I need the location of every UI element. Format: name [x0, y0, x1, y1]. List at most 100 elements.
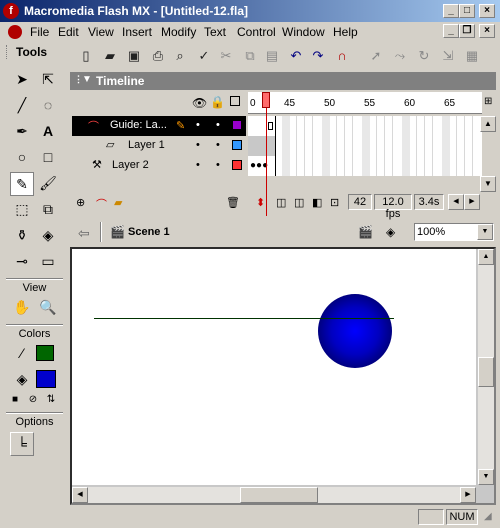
- print-icon[interactable]: ⎙: [148, 46, 168, 66]
- scene-name[interactable]: Scene 1: [128, 226, 170, 238]
- edit-scene-icon[interactable]: 🎬: [358, 225, 373, 239]
- ball-symbol[interactable]: [318, 294, 392, 368]
- flash-app-icon[interactable]: f: [3, 3, 19, 19]
- paste-icon[interactable]: ▤: [262, 46, 282, 66]
- new-file-icon[interactable]: ▯: [76, 46, 96, 66]
- timeline-menu-icon[interactable]: ⊞: [484, 96, 492, 107]
- maximize-button[interactable]: □: [459, 4, 475, 18]
- undo-icon[interactable]: ↶: [286, 46, 306, 66]
- insert-layer-icon[interactable]: ⊕: [76, 196, 85, 209]
- modify-onion-markers-icon[interactable]: ⊡: [330, 196, 339, 209]
- smooth-icon[interactable]: ➚: [366, 46, 386, 66]
- visibility-dot[interactable]: •: [196, 119, 200, 131]
- lock-dot[interactable]: •: [216, 139, 220, 151]
- menu-edit[interactable]: Edit: [58, 25, 79, 39]
- horizontal-scrollbar[interactable]: ◀ ▶: [72, 487, 476, 503]
- show-hide-eye-icon[interactable]: 👁: [192, 96, 207, 110]
- document-icon[interactable]: [8, 25, 22, 39]
- doc-minimize-button[interactable]: _: [443, 24, 459, 38]
- edit-symbols-icon[interactable]: ◈: [386, 225, 395, 239]
- eyedropper-tool-icon[interactable]: ⊸: [10, 250, 34, 274]
- menu-text[interactable]: Text: [204, 25, 226, 39]
- doc-close-button[interactable]: ×: [479, 24, 495, 38]
- straighten-icon[interactable]: ⤳: [390, 46, 410, 66]
- pen-tool-icon[interactable]: ✒: [10, 120, 34, 144]
- scroll-up-button[interactable]: ▲: [478, 249, 494, 265]
- redo-icon[interactable]: ↷: [308, 46, 328, 66]
- lock-dot[interactable]: •: [216, 159, 220, 171]
- scroll-thumb[interactable]: [478, 357, 494, 387]
- black-white-icon[interactable]: ■: [6, 392, 24, 410]
- ink-bottle-tool-icon[interactable]: ⚱: [10, 224, 34, 248]
- rectangle-tool-icon[interactable]: □: [36, 146, 60, 170]
- minimize-button[interactable]: _: [443, 4, 459, 18]
- motion-guide-line[interactable]: [94, 318, 394, 319]
- layer1-frame-span[interactable]: [248, 136, 276, 156]
- add-motion-guide-icon[interactable]: ⌒: [96, 196, 107, 212]
- print-preview-icon[interactable]: ⌕: [170, 46, 190, 66]
- scroll-thumb[interactable]: [240, 487, 318, 503]
- layer-row-1[interactable]: ▱ Layer 1 • •: [72, 136, 246, 156]
- frames-grid[interactable]: ●●●: [248, 116, 482, 176]
- delete-layer-icon[interactable]: 🗑: [226, 196, 240, 209]
- doc-restore-button[interactable]: ❐: [459, 24, 475, 38]
- line-tool-icon[interactable]: ╱: [10, 94, 34, 118]
- menu-insert[interactable]: Insert: [122, 25, 152, 39]
- scale-icon[interactable]: ⇲: [438, 46, 458, 66]
- brush-tool-icon[interactable]: 🖌: [36, 172, 60, 196]
- pencil-mode-icon[interactable]: ╘: [10, 432, 34, 456]
- scroll-right-button[interactable]: ▶: [460, 487, 476, 503]
- lock-dot[interactable]: •: [216, 119, 220, 131]
- save-icon[interactable]: ▣: [124, 46, 144, 66]
- onion-outlines-icon[interactable]: ◫: [294, 196, 304, 209]
- stroke-color-swatch[interactable]: [36, 345, 54, 361]
- swap-colors-icon[interactable]: ⇅: [42, 392, 60, 410]
- align-icon[interactable]: ▦: [462, 46, 482, 66]
- open-file-icon[interactable]: ▰: [100, 46, 120, 66]
- subselect-tool-icon[interactable]: ⇱: [36, 68, 60, 92]
- layer-row-2[interactable]: ⚒ Layer 2 • •: [72, 156, 246, 176]
- zoom-select[interactable]: 100% ▼: [414, 223, 494, 241]
- no-color-icon[interactable]: ⊘: [24, 392, 42, 410]
- oval-tool-icon[interactable]: ○: [10, 146, 34, 170]
- collapse-arrow-icon[interactable]: ▼: [82, 74, 92, 85]
- insert-folder-icon[interactable]: ▰: [114, 196, 122, 209]
- fill-color-swatch[interactable]: [36, 370, 56, 388]
- frame-ruler[interactable]: 0 45 50 55 60 65: [248, 92, 482, 114]
- cut-icon[interactable]: ✂: [216, 46, 236, 66]
- outline-color-swatch[interactable]: [232, 120, 242, 130]
- snap-magnet-icon[interactable]: ∩: [332, 46, 352, 66]
- zoom-tool-icon[interactable]: 🔍: [36, 296, 60, 320]
- rotate-icon[interactable]: ↻: [414, 46, 434, 66]
- menu-view[interactable]: View: [88, 25, 114, 39]
- scroll-down-button[interactable]: ▼: [478, 469, 494, 485]
- outline-icon[interactable]: [230, 96, 240, 106]
- edit-multiple-frames-icon[interactable]: ◧: [312, 196, 322, 209]
- outline-color-swatch[interactable]: [232, 140, 242, 150]
- resize-grip-icon[interactable]: ◢: [484, 511, 492, 522]
- pencil-tool-icon[interactable]: ✎: [10, 172, 34, 196]
- paint-bucket-tool-icon[interactable]: ◈: [36, 224, 60, 248]
- scroll-right-button[interactable]: ▶: [464, 194, 480, 210]
- free-transform-tool-icon[interactable]: ⬚: [10, 198, 34, 222]
- menu-window[interactable]: Window: [282, 25, 325, 39]
- menu-control[interactable]: Control: [237, 25, 276, 39]
- visibility-dot[interactable]: •: [196, 159, 200, 171]
- menu-help[interactable]: Help: [333, 25, 358, 39]
- text-tool-icon[interactable]: A: [36, 120, 60, 144]
- scroll-left-button[interactable]: ◀: [72, 487, 88, 503]
- copy-icon[interactable]: ⧉: [240, 46, 260, 66]
- back-arrow-icon[interactable]: ⇦: [78, 225, 90, 242]
- timeline-header[interactable]: ⋮ ▼ Timeline: [70, 72, 496, 90]
- scroll-down-button[interactable]: ▼: [480, 176, 496, 192]
- close-button[interactable]: ×: [479, 4, 495, 18]
- playhead[interactable]: [262, 92, 270, 108]
- vertical-scrollbar[interactable]: ▲ ▼: [478, 249, 494, 485]
- fill-transform-tool-icon[interactable]: ⧉: [36, 198, 60, 222]
- outline-color-swatch[interactable]: [232, 160, 242, 170]
- menu-modify[interactable]: Modify: [161, 25, 196, 39]
- arrow-tool-icon[interactable]: ➤: [10, 68, 34, 92]
- lock-icon[interactable]: 🔒: [210, 95, 225, 109]
- lasso-tool-icon[interactable]: ◌: [36, 94, 60, 118]
- scroll-left-button[interactable]: ◀: [448, 194, 464, 210]
